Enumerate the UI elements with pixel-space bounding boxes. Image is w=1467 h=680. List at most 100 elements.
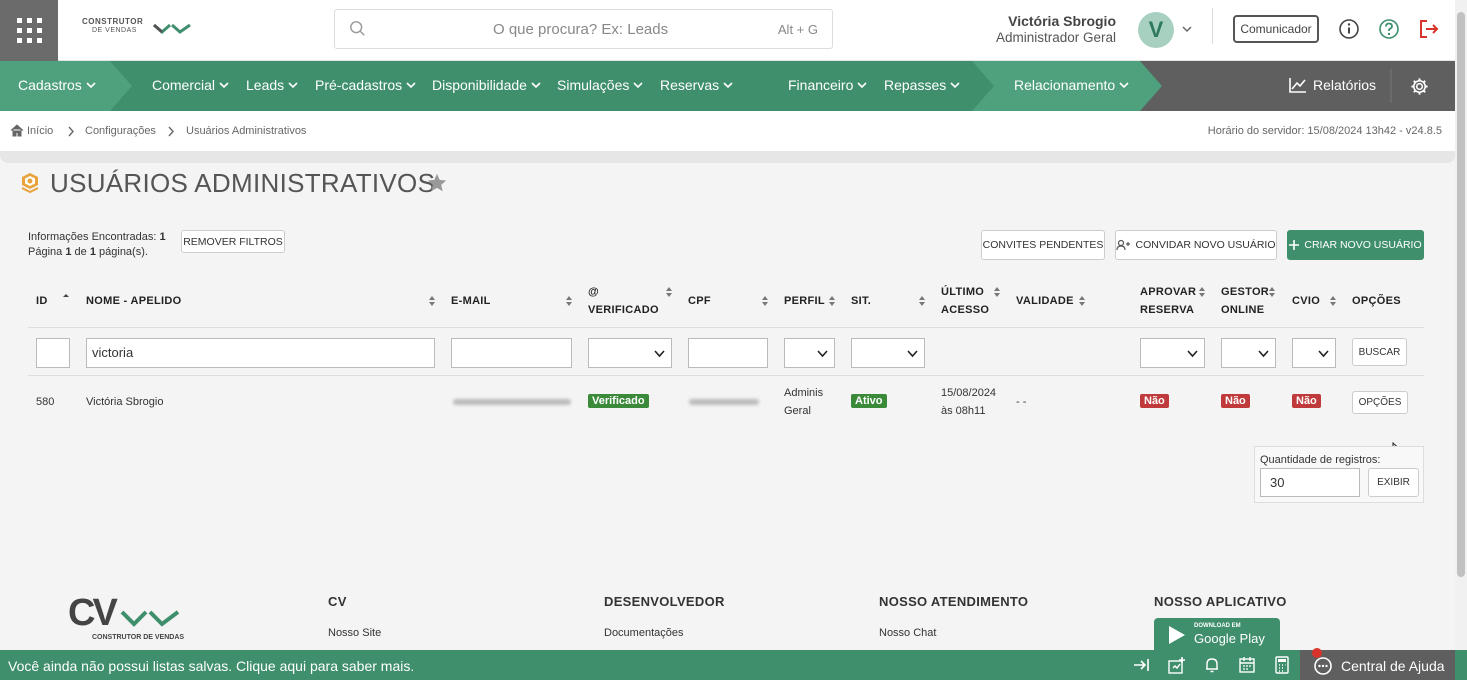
filter-email-input[interactable] (451, 338, 572, 368)
google-play-button[interactable]: DOWNLOAD EM Google Play (1154, 618, 1280, 654)
footer-link-chat[interactable]: Nosso Chat (879, 627, 936, 639)
create-user-button[interactable]: CRIAR NOVO USUÁRIO (1287, 230, 1424, 260)
nav-cadastros[interactable]: Cadastros (18, 77, 96, 93)
cell-manager-badge: Não (1221, 394, 1250, 408)
communicator-button[interactable]: Comunicador (1233, 15, 1319, 43)
collapse-right-icon[interactable] (1133, 656, 1151, 674)
nav-reservas[interactable]: Reservas (660, 77, 733, 93)
col-verified-2[interactable]: VERIFICADO (588, 301, 659, 319)
bottom-bar: Você ainda não possui listas salvas. Cli… (0, 648, 1467, 680)
filter-id-input[interactable] (36, 338, 70, 368)
sort-icon[interactable] (665, 286, 673, 298)
bell-icon[interactable] (1203, 656, 1221, 674)
footer-link-docs[interactable]: Documentações (604, 627, 684, 639)
nav-comercial[interactable]: Comercial (152, 77, 229, 93)
filter-name-input[interactable]: victoria (86, 338, 435, 368)
help-center-button[interactable]: Central de Ajuda (1300, 648, 1455, 680)
global-search[interactable]: O que procura? Ex: Leads Alt + G (334, 9, 833, 49)
calendar-icon[interactable] (1238, 656, 1256, 674)
page-of: de (74, 246, 87, 258)
filter-profile-select[interactable] (784, 338, 835, 368)
show-button[interactable]: EXIBIR (1368, 468, 1419, 497)
row-options-button[interactable]: OPÇÕES (1352, 391, 1408, 414)
cell-validity: - - (1016, 396, 1027, 408)
cell-verified-badge: Verificado (588, 394, 649, 408)
col-id[interactable]: ID (36, 292, 48, 310)
calculator-icon[interactable] (1273, 656, 1291, 674)
sort-icon[interactable] (428, 295, 436, 307)
filter-verified-select[interactable] (588, 338, 672, 368)
records-per-page: Quantidade de registros: 30 EXIBIR (1254, 446, 1424, 503)
chevron-down-icon (406, 82, 416, 89)
sort-icon[interactable] (1198, 286, 1206, 298)
sort-icon[interactable] (828, 295, 836, 307)
sort-icon[interactable] (1329, 295, 1337, 307)
play-store-icon (1169, 626, 1185, 644)
sort-icon[interactable] (1268, 286, 1276, 298)
records-input[interactable]: 30 (1260, 468, 1360, 497)
nav-disponibilidade[interactable]: Disponibilidade (432, 77, 541, 93)
apps-grid-button[interactable] (0, 0, 58, 61)
col-approve-1[interactable]: APROVAR (1140, 283, 1196, 301)
col-manager-1[interactable]: GESTOR (1221, 283, 1269, 301)
logout-icon[interactable] (1418, 18, 1440, 40)
breadcrumb-home[interactable]: Início (27, 125, 53, 137)
pending-invites-button[interactable]: CONVITES PENDENTES (981, 230, 1105, 260)
col-verified-1[interactable]: @ (588, 283, 599, 301)
nav-label: Relatórios (1313, 77, 1377, 93)
col-status[interactable]: SIT. (851, 292, 871, 310)
chevron-right-icon (68, 126, 74, 137)
sort-icon[interactable] (918, 295, 926, 307)
chevron-down-icon (1187, 350, 1198, 358)
sort-icon[interactable] (565, 295, 573, 307)
gear-icon[interactable] (1410, 77, 1429, 96)
nav-simulacoes[interactable]: Simulações (557, 77, 643, 93)
footer-link-site[interactable]: Nosso Site (328, 627, 381, 639)
filter-cpf-input[interactable] (688, 338, 768, 368)
cell-approve-badge: Não (1140, 394, 1169, 408)
nav-relacionamento[interactable]: Relacionamento (1014, 77, 1129, 93)
nav-leads[interactable]: Leads (246, 77, 298, 93)
filter-status-select[interactable] (851, 338, 925, 368)
nav-label: Pré-cadastros (315, 77, 403, 93)
filter-cvio-select[interactable] (1292, 338, 1336, 368)
brand-logo[interactable]: CONSTRUTOR DE VENDAS (82, 17, 197, 43)
col-manager-2[interactable]: ONLINE (1221, 301, 1264, 319)
col-approve-2[interactable]: RESERVA (1140, 301, 1194, 319)
nav-label: Cadastros (18, 77, 82, 93)
chevron-down-icon (1119, 82, 1129, 89)
help-icon[interactable] (1378, 18, 1400, 40)
remove-filters-button[interactable]: REMOVER FILTROS (181, 230, 285, 253)
add-list-icon[interactable] (1168, 656, 1186, 674)
nav-relatorios[interactable]: Relatórios (1289, 77, 1376, 93)
saved-lists-message[interactable]: Você ainda não possui listas salvas. Cli… (8, 658, 414, 674)
avatar[interactable]: V (1138, 12, 1174, 48)
user-name[interactable]: Victória Sbrogio (1008, 13, 1116, 29)
page-scrollbar[interactable] (1455, 0, 1467, 650)
col-cpf[interactable]: CPF (688, 292, 711, 310)
filter-manager-select[interactable] (1221, 338, 1276, 368)
filter-approve-select[interactable] (1140, 338, 1205, 368)
col-cvio[interactable]: CVIO (1292, 292, 1320, 310)
search-button[interactable]: BUSCAR (1352, 338, 1407, 366)
chevron-down-icon[interactable] (1181, 23, 1193, 35)
scrollbar-thumb[interactable] (1457, 12, 1465, 577)
sort-icon[interactable] (761, 295, 769, 307)
col-profile[interactable]: PERFIL (784, 292, 825, 310)
info-icon[interactable] (1338, 18, 1360, 40)
invite-user-button[interactable]: CONVIDAR NOVO USUÁRIO (1115, 230, 1277, 260)
breadcrumb-config[interactable]: Configurações (85, 125, 156, 137)
col-last-access-2[interactable]: ACESSO (941, 301, 989, 319)
col-validity[interactable]: VALIDADE (1016, 292, 1074, 310)
sort-icon[interactable] (993, 286, 1001, 298)
star-icon[interactable] (426, 172, 448, 194)
col-email[interactable]: E-MAIL (451, 292, 491, 310)
nav-pre-cadastros[interactable]: Pré-cadastros (315, 77, 416, 93)
page-title: USUÁRIOS ADMINISTRATIVOS (50, 168, 436, 198)
nav-financeiro[interactable]: Financeiro (788, 77, 867, 93)
sort-asc-icon[interactable] (62, 293, 70, 305)
col-name[interactable]: NOME - APELIDO (86, 292, 181, 310)
nav-repasses[interactable]: Repasses (884, 77, 960, 93)
sort-icon[interactable] (1078, 295, 1086, 307)
col-last-access-1[interactable]: ÚLTIMO (941, 283, 984, 301)
